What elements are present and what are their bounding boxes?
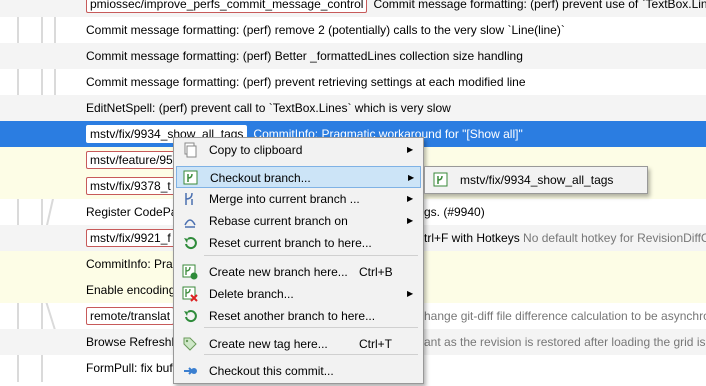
menu-item-rebase[interactable]: Rebase current branch on ▶ — [176, 210, 421, 232]
menu-item-checkout-commit[interactable]: Checkout this commit... — [176, 360, 421, 382]
rebase-icon — [182, 213, 198, 229]
commit-message: Commit message formatting: (perf) preven… — [373, 0, 706, 11]
ref-label[interactable]: remote/translat — [86, 306, 175, 325]
menu-item-new-branch[interactable]: Create new branch here... Ctrl+B — [176, 261, 421, 283]
commit-message-visible: gs. (#9940) — [424, 205, 485, 219]
reset-other-icon — [182, 308, 198, 324]
menu-item-label: Create new tag here... — [209, 337, 328, 351]
revision-content: remote/translat — [86, 303, 180, 329]
commit-message: EditNetSpell: (perf) prevent call to `Te… — [86, 101, 451, 115]
menu-separator — [204, 255, 418, 256]
menu-item-label: Delete branch... — [209, 287, 294, 301]
submenu-arrow-icon: ▶ — [407, 216, 414, 225]
submenu-arrow-icon: ▶ — [407, 145, 414, 154]
submenu-arrow-icon: ▶ — [407, 194, 414, 203]
commit-message: Register CodePa — [86, 205, 178, 219]
context-menu: Copy to clipboard ▶ Checkout branch... ▶ Mer… — [173, 137, 424, 384]
menu-item-label: Merge into current branch ... — [209, 192, 360, 206]
commit-message-tail: hange git-diff file difference calculati… — [424, 303, 706, 329]
menu-item-label: Checkout branch... — [210, 171, 311, 185]
revision-content: mstv/fix/9921_f — [86, 225, 181, 251]
commit-message-tail: trl+F with Hotkeys No default hotkey for… — [424, 225, 706, 251]
tag-icon — [182, 336, 198, 352]
revision-content: Commit message formatting: (perf) preven… — [86, 69, 526, 95]
menu-item-shortcut: Ctrl+T — [359, 337, 392, 351]
revision-content: Browse RefreshR — [86, 329, 180, 355]
revision-content: FormPull: fix buf — [86, 355, 173, 381]
commit-message-visible: trl+F with Hotkeys — [424, 231, 520, 245]
menu-item-label: Reset current branch to here... — [209, 236, 372, 250]
commit-body-preview: hange git-diff file difference calculati… — [424, 309, 706, 323]
menu-separator — [204, 327, 418, 328]
menu-item-delete-branch[interactable]: Delete branch... ▶ — [176, 283, 421, 305]
menu-item-label: Checkout this commit... — [209, 364, 334, 378]
menu-item-shortcut: Ctrl+B — [359, 265, 393, 279]
revision-content: pmiossec/improve_perfs_commit_message_co… — [86, 0, 706, 17]
revision-row[interactable]: Commit message formatting: (perf) preven… — [0, 69, 706, 95]
commit-message-tail: gs. (#9940) — [424, 199, 485, 225]
revision-row[interactable]: Commit message formatting: (perf) remove… — [0, 17, 706, 43]
menu-item-label: Rebase current branch on — [209, 214, 348, 228]
commit-message: Enable encoding — [86, 283, 176, 297]
revision-content: CommitInfo: Pra — [86, 251, 173, 277]
merge-icon — [182, 191, 198, 207]
revision-content: mstv/fix/9378_t — [86, 173, 181, 199]
checkout-branch-submenu: mstv/fix/9934_show_all_tags — [424, 166, 648, 194]
submenu-item-label: mstv/fix/9934_show_all_tags — [460, 173, 614, 187]
revision-row[interactable]: EditNetSpell: (perf) prevent call to `Te… — [0, 95, 706, 121]
commit-message: Commit message formatting: (perf) remove… — [86, 23, 565, 37]
menu-item-copy[interactable]: Copy to clipboard ▶ — [176, 139, 421, 161]
menu-item-label: Create new branch here... — [209, 265, 348, 279]
new-branch-icon — [182, 264, 198, 280]
commit-body-preview: ant as the revision is restored after lo… — [424, 335, 706, 349]
ref-label[interactable]: mstv/fix/9378_t — [86, 176, 175, 195]
menu-separator — [204, 354, 418, 355]
revision-content: Commit message formatting: (perf) remove… — [86, 17, 565, 43]
commit-message: Browse RefreshR — [86, 335, 181, 349]
menu-item-tag[interactable]: Create new tag here... Ctrl+T — [176, 333, 421, 355]
menu-item-branch-checkout[interactable]: Checkout branch... ▶ — [176, 166, 421, 188]
commit-message: Commit message formatting: (perf) preven… — [86, 75, 526, 89]
menu-item-reset-other[interactable]: Reset another branch to here... — [176, 305, 421, 327]
menu-item-label: Reset another branch to here... — [209, 309, 376, 323]
commit-message: FormPull: fix buf — [86, 361, 173, 375]
ref-label[interactable]: pmiossec/improve_perfs_commit_message_co… — [86, 0, 368, 13]
revision-content: EditNetSpell: (perf) prevent call to `Te… — [86, 95, 451, 121]
reset-icon — [182, 235, 198, 251]
checkout-commit-icon — [182, 363, 198, 379]
branch-icon — [433, 172, 449, 188]
branch-checkout-icon — [183, 170, 199, 186]
commit-message-tail: ant as the revision is restored after lo… — [424, 329, 706, 355]
commit-message: CommitInfo: Pra — [86, 257, 173, 271]
ref-label[interactable]: mstv/feature/95 — [86, 150, 177, 169]
submenu-arrow-icon: ▶ — [407, 289, 414, 298]
menu-item-reset[interactable]: Reset current branch to here... — [176, 232, 421, 254]
submenu-item-branch[interactable]: mstv/fix/9934_show_all_tags — [427, 169, 643, 191]
ref-label[interactable]: mstv/fix/9921_f — [86, 228, 175, 247]
submenu-arrow-icon: ▶ — [408, 173, 415, 182]
revision-content: Enable encoding — [86, 277, 175, 303]
revision-content: Commit message formatting: (perf) Better… — [86, 43, 523, 69]
menu-item-merge[interactable]: Merge into current branch ... ▶ — [176, 188, 421, 210]
copy-icon — [182, 142, 198, 158]
revision-row[interactable]: Commit message formatting: (perf) Better… — [0, 43, 706, 69]
revision-content: Register CodePa — [86, 199, 177, 225]
menu-item-label: Copy to clipboard — [209, 143, 303, 157]
revision-row[interactable]: pmiossec/improve_perfs_commit_message_co… — [0, 0, 706, 17]
delete-branch-icon — [182, 286, 198, 302]
commit-body-preview: No default hotkey for RevisionDiffC — [523, 231, 706, 245]
commit-message: Commit message formatting: (perf) Better… — [86, 49, 523, 63]
